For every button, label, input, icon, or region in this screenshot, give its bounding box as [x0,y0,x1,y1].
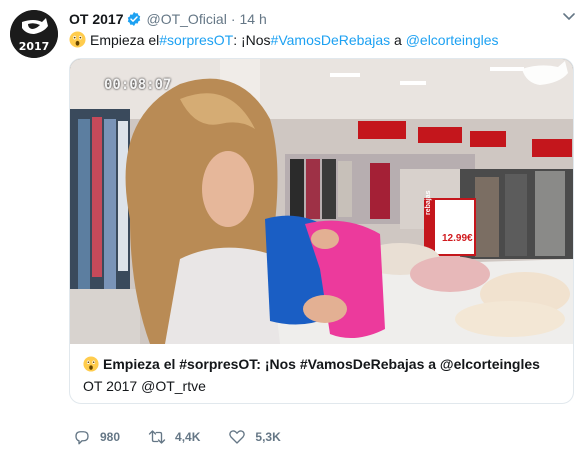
like-button[interactable]: 5,3K [228,428,281,446]
avatar[interactable]: 2017 [10,10,58,58]
price-tag: 12.99€ [442,233,473,244]
tweet-header: OT 2017 @OT_Oficial · 14 h [69,10,267,28]
card-body[interactable]: Empieza el #sorpresOT: ¡Nos #VamosDeReba… [70,345,573,403]
tweet-text-segment-2: : ¡Nos [233,31,271,48]
link-card[interactable]: 00:08:07 rebajas 12.99€ Empieza el #sorp… [69,58,574,404]
mention-link[interactable]: @elcorteingles [406,32,499,48]
header-separator: · [230,11,236,27]
video-frame-image [70,59,573,344]
card-source: OT 2017 @OT_rtve [83,378,206,394]
hashtag-link[interactable]: #VamosDeRebajas [271,32,391,48]
reply-button[interactable]: 980 [73,428,120,446]
retweet-count: 4,4K [175,430,201,444]
retweet-button[interactable]: 4,4K [148,428,200,446]
chevron-down-icon[interactable] [563,12,575,22]
tweet[interactable]: 2017 OT 2017 @OT_Oficial · 14 h Empieza … [0,0,587,460]
retweet-icon [148,430,166,444]
heart-icon [229,430,246,444]
card-title: Empieza el #sorpresOT: ¡Nos #VamosDeReba… [83,356,560,372]
tweet-text-segment-0: Empieza el [90,31,160,48]
astonished-face-icon [83,356,99,372]
card-title-text: Empieza el #sorpresOT: ¡Nos #VamosDeReba… [103,356,540,372]
tweet-text-segment-4: a [390,31,406,48]
display-name[interactable]: OT 2017 [69,11,123,27]
reply-count: 980 [100,430,121,444]
video-timestamp: 00:08:07 [104,77,172,93]
like-count: 5,3K [255,430,281,444]
avatar-year: 2017 [18,40,50,53]
tweet-timestamp[interactable]: 14 h [240,11,267,27]
tweet-actions: 980 4,4K 5,3K [73,428,309,446]
astonished-face-icon [69,31,86,48]
video-thumbnail[interactable]: 00:08:07 rebajas 12.99€ [70,59,573,344]
rebajas-sign: rebajas [425,190,432,215]
reply-icon [75,431,89,445]
verified-badge-icon [128,12,141,26]
user-handle[interactable]: @OT_Oficial [146,11,226,27]
hashtag-link[interactable]: #sorpresOT [159,32,233,48]
tweet-text: Empieza el #sorpresOT : ¡Nos #VamosDeReb… [69,31,499,48]
